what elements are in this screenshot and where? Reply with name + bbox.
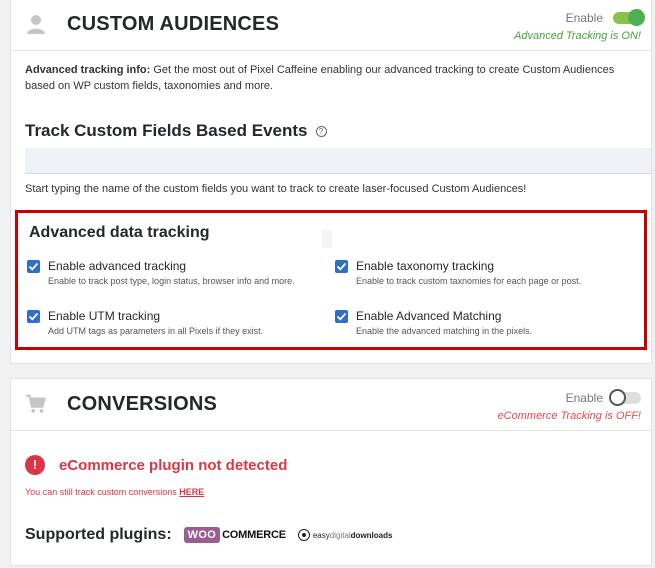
advanced-tracking-checkbox[interactable] bbox=[27, 260, 40, 273]
custom-fields-hint: Start typing the name of the custom fiel… bbox=[25, 183, 527, 195]
option-description: Add UTM tags as parameters in all Pixels… bbox=[48, 326, 264, 336]
plugin-not-detected-title: eCommerce plugin not detected bbox=[59, 456, 288, 474]
option-description: Enable the advanced matching in the pixe… bbox=[356, 326, 533, 336]
custom-audiences-title: CUSTOM AUDIENCES bbox=[67, 13, 280, 35]
custom-conversions-note: You can still track custom conversions H… bbox=[25, 487, 205, 497]
custom-fields-input[interactable] bbox=[25, 148, 651, 174]
enable-label: Enable bbox=[565, 11, 603, 25]
advanced-data-tracking-title: Advanced data tracking bbox=[29, 224, 210, 241]
plugin-not-detected-alert: ! eCommerce plugin not detected bbox=[25, 455, 287, 475]
checkmark-icon bbox=[336, 312, 347, 321]
utm-tracking-checkbox[interactable] bbox=[27, 310, 40, 323]
audiences-enable-control: Enable Advanced Tracking is ON! bbox=[514, 9, 645, 42]
taxonomy-tracking-checkbox[interactable] bbox=[335, 260, 348, 273]
conversions-card: CONVERSIONS Enable eCommerce Tracking is… bbox=[10, 378, 652, 566]
checkmark-icon bbox=[28, 312, 39, 321]
advanced-tracking-info: Advanced tracking info: Get the most out… bbox=[25, 64, 615, 92]
help-icon[interactable]: ? bbox=[315, 126, 327, 138]
easy-digital-downloads-logo: easy digital downloads bbox=[297, 529, 392, 541]
advanced-data-tracking-box: Advanced data tracking Enable advanced t… bbox=[15, 210, 647, 350]
custom-audiences-header: CUSTOM AUDIENCES Enable Advanced Trackin… bbox=[11, 0, 651, 51]
user-icon bbox=[27, 15, 45, 34]
conversions-title: CONVERSIONS bbox=[67, 393, 218, 415]
audiences-enable-toggle[interactable] bbox=[613, 9, 645, 26]
option-label[interactable]: Enable Advanced Matching bbox=[356, 309, 501, 323]
enable-label: Enable bbox=[565, 391, 603, 405]
ecommerce-tracking-status: eCommerce Tracking is OFF! bbox=[497, 410, 641, 422]
edd-icon bbox=[297, 529, 310, 541]
custom-audiences-card: CUSTOM AUDIENCES Enable Advanced Trackin… bbox=[10, 0, 652, 364]
custom-fields-section-title: Track Custom Fields Based Events? bbox=[25, 121, 327, 141]
option-description: Enable to track post type, login status,… bbox=[48, 276, 295, 286]
woocommerce-logo: WOO COMMERCE bbox=[183, 527, 286, 543]
option-label[interactable]: Enable advanced tracking bbox=[48, 259, 186, 273]
conversions-header: CONVERSIONS Enable eCommerce Tracking is… bbox=[11, 379, 651, 431]
advanced-matching-checkbox[interactable] bbox=[335, 310, 348, 323]
option-description: Enable to track custom taxnomies for eac… bbox=[356, 276, 582, 286]
supported-plugins: Supported plugins: WOO COMMERCE easy digi… bbox=[25, 526, 392, 544]
conversions-enable-toggle[interactable] bbox=[609, 389, 641, 406]
conversions-enable-control: Enable eCommerce Tracking is OFF! bbox=[497, 389, 641, 422]
supported-plugins-label: Supported plugins: bbox=[25, 526, 172, 543]
advanced-tracking-status: Advanced Tracking is ON! bbox=[514, 30, 641, 42]
option-label[interactable]: Enable taxonomy tracking bbox=[356, 259, 494, 273]
checkmark-icon bbox=[28, 262, 39, 271]
option-label[interactable]: Enable UTM tracking bbox=[48, 309, 160, 323]
alert-icon: ! bbox=[25, 455, 45, 475]
checkmark-icon bbox=[336, 262, 347, 271]
divider-artifact bbox=[322, 230, 332, 248]
cart-icon bbox=[25, 394, 47, 413]
custom-conversions-link[interactable]: HERE bbox=[179, 487, 204, 497]
